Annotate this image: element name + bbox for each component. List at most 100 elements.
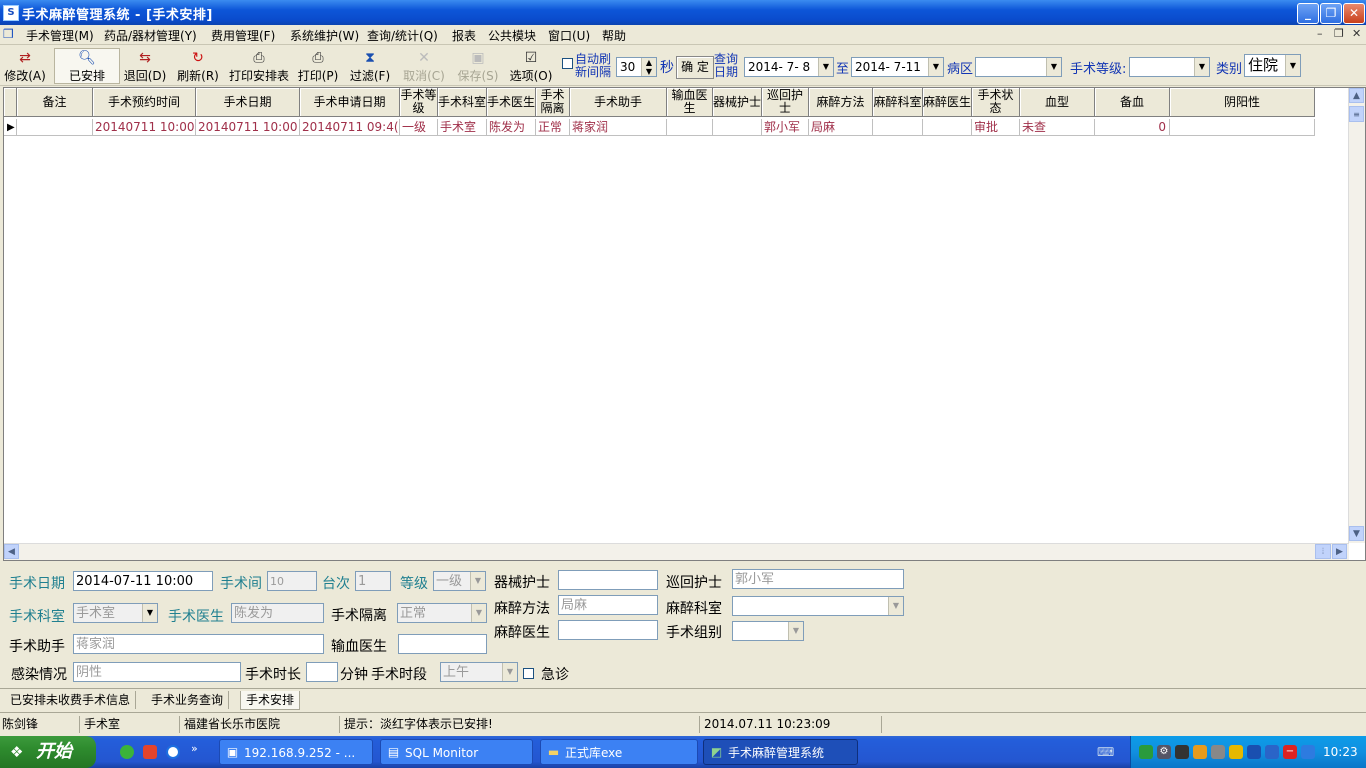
emergency-checkbox[interactable] — [523, 668, 534, 679]
hscroll-thumb[interactable]: ⦙ — [1315, 544, 1331, 559]
cell-isolation[interactable]: 正常 — [536, 119, 570, 136]
refresh-button[interactable]: ↻ 刷新(R) — [176, 49, 220, 83]
cell-surgery-date[interactable]: 20140711 10:00 — [196, 119, 300, 136]
menu-fees[interactable]: 费用管理(F) — [211, 27, 275, 44]
col-header-anes-method[interactable]: 麻醉方法 — [809, 88, 873, 117]
infection-field[interactable]: 阴性 — [73, 662, 241, 682]
cell-level[interactable]: 一级 — [400, 119, 438, 136]
menu-query[interactable]: 查询/统计(Q) — [367, 27, 438, 44]
scroll-up-icon[interactable]: ▲ — [1349, 88, 1364, 103]
quicklaunch-more-icon[interactable]: » — [191, 742, 198, 755]
cell-doctor[interactable]: 陈发为 — [487, 119, 536, 136]
menu-surgery[interactable]: 手术管理(M) — [26, 27, 94, 44]
col-header-status[interactable]: 手术状态 — [972, 88, 1020, 117]
cell-status[interactable]: 审批 — [972, 119, 1020, 136]
tray-settings-icon[interactable]: ⚙ — [1157, 745, 1171, 759]
col-header-circ-nurse[interactable]: 巡回护士 — [762, 88, 809, 117]
menu-drugs[interactable]: 药品/器材管理(Y) — [104, 27, 197, 44]
anes-method-field[interactable]: 局麻 — [558, 595, 658, 615]
col-header-assistant[interactable]: 手术助手 — [570, 88, 667, 117]
room-field[interactable]: 10 — [267, 571, 317, 591]
cell-positivity[interactable] — [1170, 119, 1315, 136]
arranged-button[interactable]: 🔍︎ 已安排 — [54, 48, 120, 84]
task-sql-monitor[interactable]: ▤ SQL Monitor — [380, 739, 533, 765]
anes-dept-select[interactable]: ▼ — [732, 596, 904, 616]
close-button[interactable]: ✕ — [1343, 3, 1365, 24]
quicklaunch-search-icon[interactable] — [166, 745, 180, 759]
mdi-restore-icon[interactable]: ❐ — [1334, 27, 1344, 40]
vertical-scrollbar[interactable]: ▲ ≡ ▼ — [1348, 88, 1365, 543]
cell-remark[interactable] — [17, 119, 93, 136]
tray-stop-icon[interactable]: − — [1283, 745, 1297, 759]
tab-surgery-schedule[interactable]: 手术安排 — [240, 691, 301, 710]
menu-help[interactable]: 帮助 — [602, 27, 626, 44]
start-button[interactable]: ❖ 开始 — [0, 736, 96, 768]
col-header-doctor[interactable]: 手术医生 — [487, 88, 536, 117]
minimize-button[interactable]: _ — [1297, 3, 1319, 24]
cell-scrub-nurse[interactable] — [713, 119, 762, 136]
save-button[interactable]: ▣ 保存(S) — [455, 49, 501, 83]
quicklaunch-app-icon[interactable] — [143, 745, 157, 759]
print-button[interactable]: ⎙ 打印(P) — [296, 49, 340, 83]
cell-anes-dept[interactable] — [873, 119, 923, 136]
cell-transfusion[interactable] — [667, 119, 713, 136]
scroll-left-icon[interactable]: ◀ — [4, 544, 19, 559]
mdi-minimize-icon[interactable]: – — [1317, 27, 1323, 40]
isolation-select[interactable]: 正常 ▼ — [397, 603, 487, 623]
group-select[interactable]: ▼ — [732, 621, 804, 641]
cell-blood-type[interactable]: 未查 — [1020, 119, 1095, 136]
period-select[interactable]: 上午 ▼ — [440, 662, 518, 682]
transfusion-field[interactable] — [398, 634, 487, 654]
level-filter-select[interactable]: ▼ — [1129, 57, 1210, 77]
menu-window[interactable]: 窗口(U) — [548, 27, 590, 44]
doctor-field[interactable]: 陈发为 — [231, 603, 324, 623]
tab-unpaid-arranged[interactable]: 已安排未收费手术信息 — [5, 691, 137, 709]
col-header-level[interactable]: 手术等级 — [400, 88, 438, 117]
menu-system[interactable]: 系统维护(W) — [290, 27, 359, 44]
seq-field[interactable]: 1 — [355, 571, 391, 591]
task-anesthesia-system[interactable]: ◩ 手术麻醉管理系统 — [703, 739, 858, 765]
col-header-anes-dept[interactable]: 麻醉科室 — [873, 88, 923, 117]
menu-reports[interactable]: 报表 — [452, 27, 476, 44]
task-folder[interactable]: ▬ 正式库exe — [540, 739, 698, 765]
tray-defender-icon[interactable] — [1265, 745, 1279, 759]
surgery-date-field[interactable]: 2014-07-11 10:00 — [73, 571, 213, 591]
cell-appointment[interactable]: 20140711 10:00 — [93, 119, 196, 136]
col-header-apply-date[interactable]: 手术申请日期 — [300, 88, 400, 117]
tray-update-icon[interactable] — [1301, 745, 1315, 759]
col-header-remark[interactable]: 备注 — [17, 88, 93, 117]
tray-network-icon[interactable] — [1139, 745, 1153, 759]
ward-select[interactable]: ▼ — [975, 57, 1062, 77]
quicklaunch-browser-icon[interactable] — [120, 745, 134, 759]
col-header-dept[interactable]: 手术科室 — [438, 88, 487, 117]
print-schedule-button[interactable]: ⎙ 打印安排表 — [228, 49, 290, 83]
tray-ime-icon[interactable] — [1247, 745, 1261, 759]
category-select[interactable]: 住院 ▼ — [1244, 54, 1301, 77]
surgery-grid[interactable]: 备注 手术预约时间 手术日期 手术申请日期 手术等级 手术科室 手术医生 手术隔… — [3, 87, 1366, 561]
date-to-picker[interactable]: 2014- 7-11 ▼ — [851, 57, 944, 77]
horizontal-scrollbar[interactable]: ◀ ⦙ ▶ — [4, 543, 1349, 560]
mdi-close-icon[interactable]: ✕ — [1352, 27, 1361, 40]
duration-field[interactable] — [306, 662, 338, 682]
cell-dept[interactable]: 手术室 — [438, 119, 487, 136]
col-header-isolation[interactable]: 手术隔离 — [536, 88, 570, 117]
language-bar-icon[interactable]: ⌨ — [1097, 745, 1114, 759]
options-button[interactable]: ☑ 选项(O) — [508, 49, 554, 83]
col-header-scrub-nurse[interactable]: 器械护士 — [713, 88, 762, 117]
edit-button[interactable]: ⇄ 修改(A) — [3, 49, 47, 83]
scroll-thumb[interactable]: ≡ — [1349, 106, 1364, 122]
date-from-picker[interactable]: 2014- 7- 8 ▼ — [744, 57, 834, 77]
return-button[interactable]: ⇆ 退回(D) — [123, 49, 167, 83]
cell-apply-date[interactable]: 20140711 09:4( — [300, 119, 400, 136]
scroll-down-icon[interactable]: ▼ — [1349, 526, 1364, 541]
col-header-anes-doctor[interactable]: 麻醉医生 — [923, 88, 972, 117]
col-header-transfusion[interactable]: 输血医生 — [667, 88, 713, 117]
col-header-appointment[interactable]: 手术预约时间 — [93, 88, 196, 117]
auto-refresh-checkbox[interactable] — [562, 58, 573, 69]
level-select[interactable]: 一级 ▼ — [433, 571, 486, 591]
confirm-button[interactable]: 确 定 — [676, 56, 714, 79]
scroll-right-icon[interactable]: ▶ — [1332, 544, 1347, 559]
interval-stepper[interactable]: 30 ▲ ▼ — [616, 57, 657, 77]
col-header-blood-type[interactable]: 血型 — [1020, 88, 1095, 117]
tray-volume-icon[interactable] — [1211, 745, 1225, 759]
